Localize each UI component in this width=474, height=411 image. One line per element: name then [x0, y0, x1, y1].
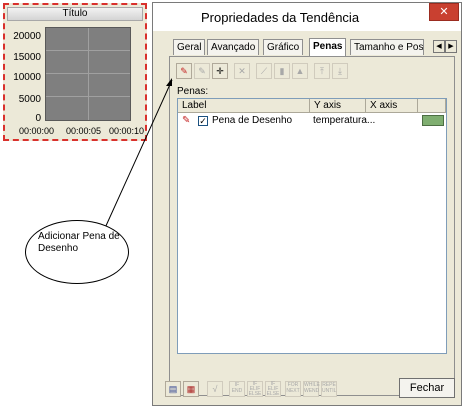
- tab-geral[interactable]: Geral: [173, 39, 206, 55]
- delete-icon: ✕: [238, 66, 246, 76]
- penas-tab-panel: ✎ ✎ ✛ ✕ ⟋ ▮ ▲ ⤒ ⤓ Penas: Label Y axis X …: [169, 56, 455, 396]
- x-tick-label: 00:00:05: [66, 126, 102, 136]
- tab-scroll-right-icon[interactable]: ▶: [445, 40, 457, 53]
- while-wend-button[interactable]: WHILE WEND: [303, 381, 320, 397]
- column-header-color[interactable]: [418, 99, 446, 113]
- move-down-button[interactable]: ⤓: [332, 63, 348, 79]
- column-header-x-axis[interactable]: X axis: [366, 99, 418, 113]
- function-icon: √: [212, 384, 218, 394]
- pen-label-cell: Pena de Desenho: [212, 115, 293, 126]
- add-pen-icon: ✎: [180, 66, 188, 76]
- function-button[interactable]: √: [207, 381, 223, 397]
- edit-pen-icon: ✎: [198, 66, 206, 76]
- column-header-label[interactable]: Label: [178, 99, 310, 113]
- bar-chart-button[interactable]: ▮: [274, 63, 290, 79]
- trend-preview: Título 20000 15000 10000 5000 0 00:00:00…: [3, 3, 147, 141]
- pen-visible-checkbox[interactable]: ✓: [198, 116, 208, 126]
- add-pen-button[interactable]: ✎: [176, 63, 192, 79]
- tab-avancado[interactable]: Avançado: [207, 39, 260, 55]
- move-up-icon: ⤒: [320, 66, 324, 76]
- move-icon: ✛: [216, 66, 224, 76]
- dialog-title: Propriedades da Tendência: [201, 10, 360, 25]
- if-elif-else-button-2[interactable]: IF ELIF ELSE: [265, 381, 281, 397]
- tab-penas[interactable]: Penas: [309, 38, 347, 56]
- trend-plot-area: [45, 27, 131, 121]
- grid-line: [46, 50, 130, 51]
- y-tick-label: 0: [35, 113, 41, 124]
- x-tick-label: 00:00:10: [109, 126, 145, 136]
- object-button-2[interactable]: ▦: [183, 381, 199, 397]
- penas-label: Penas:: [177, 86, 209, 97]
- line-style-icon: ⟋: [260, 66, 268, 76]
- object-icon-1: ▤: [168, 384, 178, 394]
- pen-color-swatch[interactable]: [422, 115, 444, 126]
- tab-grafico[interactable]: Gráfico: [263, 39, 304, 55]
- close-icon: ✕: [439, 6, 449, 18]
- area-chart-button[interactable]: ▲: [292, 63, 308, 79]
- x-tick-label: 00:00:00: [19, 126, 55, 136]
- y-tick-label: 5000: [18, 94, 41, 105]
- y-tick-label: 15000: [13, 52, 41, 63]
- y-tick-label: 20000: [13, 31, 41, 42]
- y-tick-label: 10000: [13, 72, 41, 83]
- trend-title: Título: [7, 7, 143, 21]
- dialog-titlebar[interactable]: Propriedades da Tendência ✕: [153, 3, 461, 31]
- fechar-button[interactable]: Fechar: [399, 378, 455, 398]
- object-button-1[interactable]: ▤: [165, 381, 181, 397]
- tab-strip: Geral Avançado Gráfico Penas Tamanho e P…: [173, 38, 458, 56]
- line-style-button[interactable]: ⟋: [256, 63, 272, 79]
- area-chart-icon: ▲: [295, 66, 305, 76]
- grid-line: [46, 96, 130, 97]
- close-button[interactable]: ✕: [429, 3, 459, 21]
- trend-properties-dialog: Propriedades da Tendência ✕ Geral Avança…: [152, 2, 462, 406]
- delete-pen-button[interactable]: ✕: [234, 63, 250, 79]
- move-up-button[interactable]: ⤒: [314, 63, 330, 79]
- move-down-icon: ⤓: [338, 66, 342, 76]
- pens-list[interactable]: Label Y axis X axis ✎ ✓ Pena de Desenho …: [177, 98, 447, 354]
- tab-tamanho-e-pos[interactable]: Tamanho e Pos: [350, 39, 424, 55]
- object-icon-2: ▦: [186, 384, 196, 394]
- pen-y-axis-cell: temperatura...: [313, 115, 376, 126]
- if-elif-else-button[interactable]: IF ELIF ELSE: [247, 381, 263, 397]
- edit-pen-button[interactable]: ✎: [194, 63, 210, 79]
- pen-icon: ✎: [182, 115, 191, 126]
- tab-scroll-left-icon[interactable]: ◀: [433, 40, 445, 53]
- bar-chart-icon: ▮: [279, 66, 285, 76]
- callout-text: Adicionar Pena de Desenho: [38, 231, 120, 254]
- column-header-y-axis[interactable]: Y axis: [310, 99, 366, 113]
- move-button[interactable]: ✛: [212, 63, 228, 79]
- callout-bubble: Adicionar Pena de Desenho: [25, 220, 129, 284]
- for-next-button[interactable]: FOR NEXT: [285, 381, 301, 397]
- grid-line: [88, 28, 89, 120]
- if-end-button[interactable]: IF END: [229, 381, 245, 397]
- grid-line: [46, 73, 130, 74]
- repeat-until-button[interactable]: REPE UNTIL: [321, 381, 337, 397]
